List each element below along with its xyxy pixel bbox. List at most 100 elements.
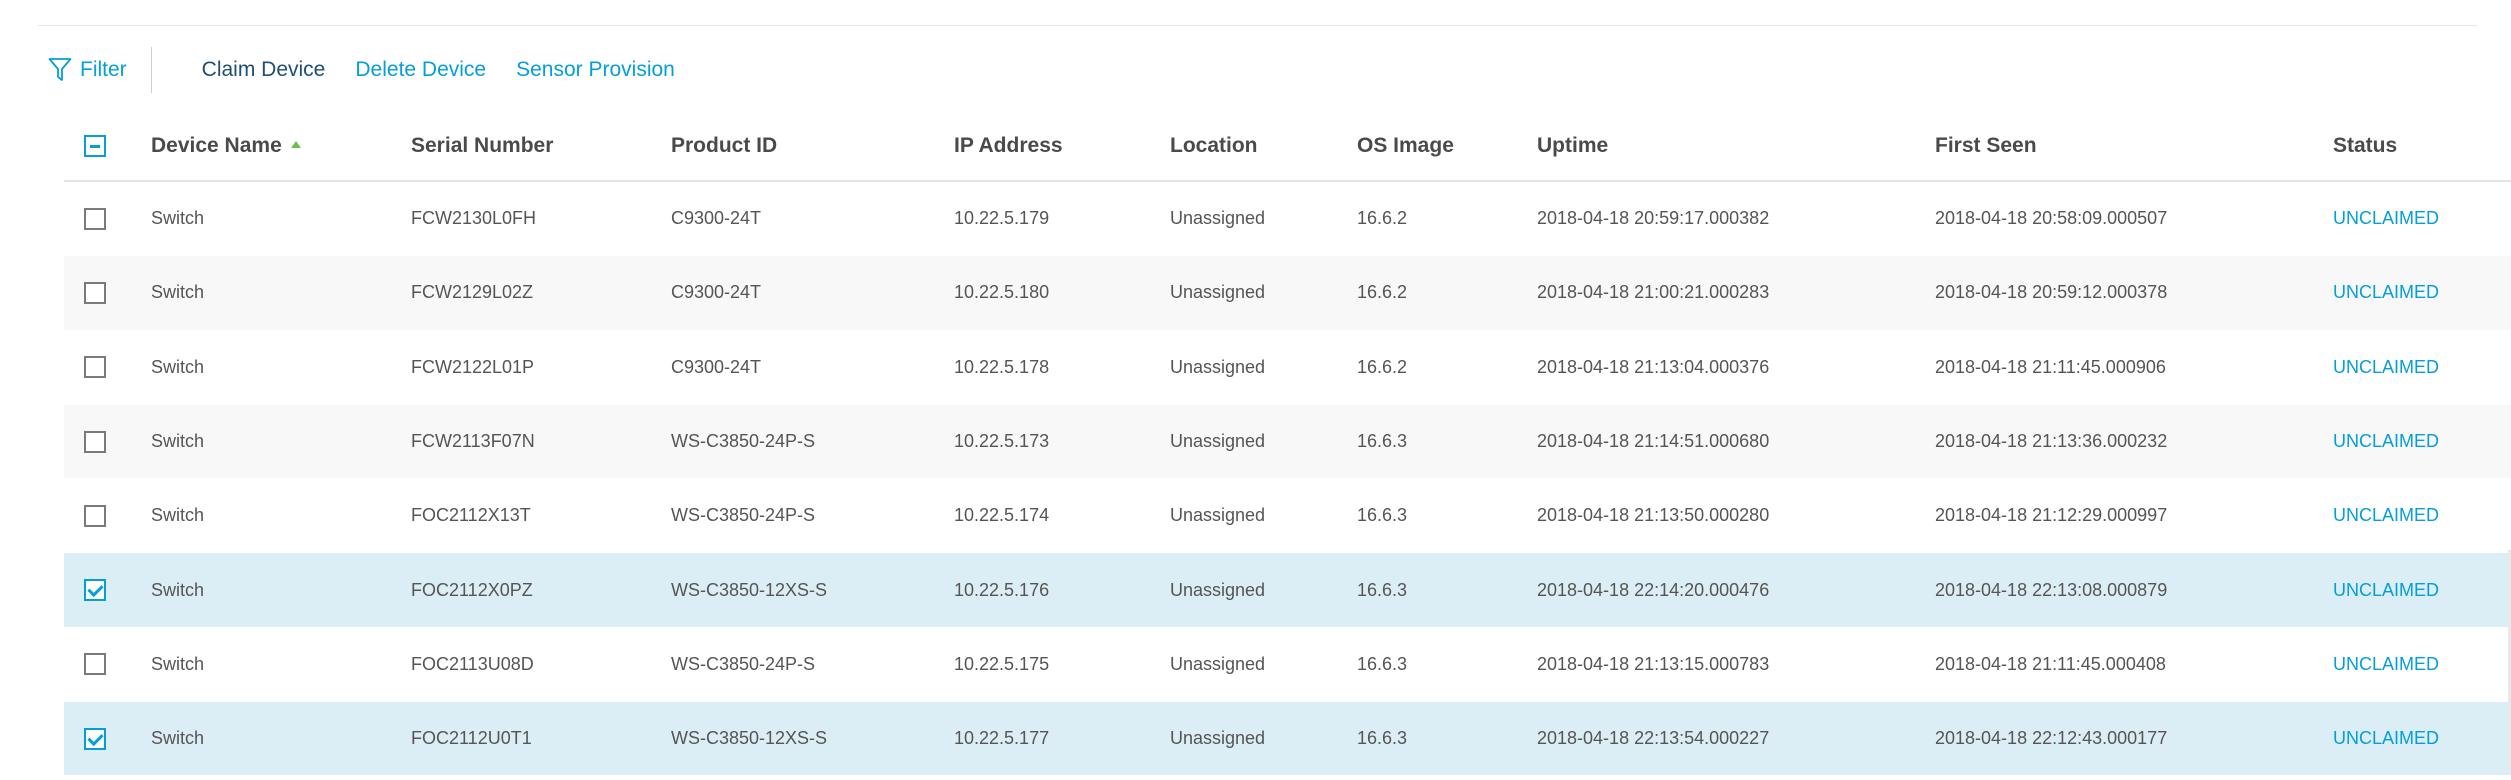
filter-button[interactable]: Filter: [48, 48, 127, 92]
status-link[interactable]: UNCLAIMED: [2333, 728, 2439, 748]
row-checkbox[interactable]: [84, 579, 106, 602]
row-checkbox[interactable]: [84, 207, 106, 230]
row-checkbox-cell: [64, 653, 151, 676]
table-row[interactable]: Switch FCW2113F07N WS-C3850-24P-S 10.22.5.1…: [64, 404, 2511, 480]
location-cell: Unassigned: [1170, 579, 1266, 600]
status-link[interactable]: UNCLAIMED: [2333, 282, 2439, 302]
location-cell: Unassigned: [1170, 505, 1266, 526]
status-cell: UNCLAIMED: [2333, 580, 2511, 601]
row-checkbox-cell: [64, 430, 151, 453]
row-checkbox[interactable]: [84, 281, 106, 304]
uptime-cell: 2018-04-18 21:14:51.000680: [1537, 431, 1770, 452]
os-image-cell: 16.6.3: [1357, 505, 1408, 526]
os-image-cell: 16.6.2: [1357, 208, 1408, 229]
sensor-provision-button[interactable]: Sensor Provision: [516, 58, 675, 82]
column-header-device-name[interactable]: Device Name: [151, 134, 411, 158]
device-name-cell: Switch: [151, 728, 205, 749]
filter-label: Filter: [80, 58, 127, 81]
first-seen-cell: 2018-04-18 21:11:45.000906: [1935, 356, 2166, 377]
select-all-checkbox[interactable]: [84, 135, 106, 157]
row-checkbox[interactable]: [84, 504, 106, 527]
status-cell: UNCLAIMED: [2333, 728, 2511, 749]
product-id-cell: WS-C3850-24P-S: [671, 653, 816, 674]
status-cell: UNCLAIMED: [2333, 505, 2511, 526]
device-name-cell: Switch: [151, 356, 205, 377]
os-image-cell: 16.6.3: [1357, 653, 1408, 674]
column-header-ip-address[interactable]: IP Address: [954, 134, 1170, 158]
os-image-cell: 16.6.2: [1357, 282, 1408, 303]
serial-number-cell: FOC2112X0PZ: [411, 579, 533, 600]
product-id-cell: C9300-24T: [671, 208, 762, 229]
row-checkbox[interactable]: [84, 727, 106, 750]
sort-ascending-icon: [290, 140, 301, 148]
ip-address-cell: 10.22.5.177: [954, 728, 1050, 749]
claim-device-button[interactable]: Claim Device: [202, 58, 326, 82]
device-name-cell: Switch: [151, 208, 205, 229]
ip-address-cell: 10.22.5.173: [954, 431, 1050, 452]
status-link[interactable]: UNCLAIMED: [2333, 208, 2439, 228]
table-row[interactable]: Switch FOC2112X13T WS-C3850-24P-S 10.22.5.1…: [64, 479, 2511, 554]
row-checkbox-cell: [64, 727, 151, 750]
device-name-cell: Switch: [151, 431, 205, 452]
status-link[interactable]: UNCLAIMED: [2333, 431, 2439, 451]
column-header-os-image[interactable]: OS Image: [1357, 134, 1537, 158]
status-cell: UNCLAIMED: [2333, 357, 2511, 378]
location-cell: Unassigned: [1170, 208, 1266, 229]
ip-address-cell: 10.22.5.179: [954, 208, 1050, 229]
location-cell: Unassigned: [1170, 728, 1266, 749]
first-seen-cell: 2018-04-18 20:59:12.000378: [1935, 282, 2168, 303]
column-header-serial-number[interactable]: Serial Number: [411, 134, 671, 158]
table-row[interactable]: Switch FOC2112X0PZ WS-C3850-12XS-S 10.22.5.…: [64, 553, 2511, 628]
filter-icon: [48, 57, 72, 83]
os-image-cell: 16.6.3: [1357, 431, 1408, 452]
status-link[interactable]: UNCLAIMED: [2333, 580, 2439, 600]
serial-number-cell: FCW2130L0FH: [411, 208, 537, 229]
table-header: Device Name Serial Number Product ID IP …: [64, 112, 2511, 182]
column-header-status[interactable]: Status: [2333, 134, 2511, 158]
status-link[interactable]: UNCLAIMED: [2333, 357, 2439, 377]
column-header-product-id[interactable]: Product ID: [671, 134, 954, 158]
device-toolbar: Filter Claim Device Delete Device Sensor…: [48, 47, 705, 93]
serial-number-cell: FOC2112U0T1: [411, 728, 532, 749]
uptime-cell: 2018-04-18 22:13:54.000227: [1537, 728, 1770, 749]
serial-number-cell: FCW2113F07N: [411, 431, 535, 452]
status-cell: UNCLAIMED: [2333, 431, 2511, 452]
select-all-cell: [64, 135, 151, 157]
table-row[interactable]: Switch FCW2122L01P C9300-24T 10.22.5.178 Una…: [64, 331, 2511, 405]
ip-address-cell: 10.22.5.174: [954, 505, 1050, 526]
first-seen-cell: 2018-04-18 20:58:09.000507: [1935, 208, 2168, 229]
serial-number-cell: FCW2129L02Z: [411, 282, 534, 303]
table-row[interactable]: Switch FCW2130L0FH C9300-24T 10.22.5.179 Una…: [64, 182, 2511, 257]
device-name-cell: Switch: [151, 579, 205, 600]
row-checkbox[interactable]: [84, 430, 106, 453]
row-checkbox-cell: [64, 504, 151, 527]
table-row[interactable]: Switch FOC2113U08D WS-C3850-24P-S 10.22.5.1…: [64, 628, 2511, 703]
column-header-label: Device Name: [151, 134, 282, 157]
first-seen-cell: 2018-04-18 22:13:08.000879: [1935, 579, 2168, 600]
product-id-cell: C9300-24T: [671, 282, 762, 303]
uptime-cell: 2018-04-18 21:00:21.000283: [1537, 282, 1770, 303]
status-cell: UNCLAIMED: [2333, 208, 2511, 229]
row-checkbox[interactable]: [84, 356, 106, 379]
serial-number-cell: FOC2112X13T: [411, 505, 531, 526]
table-row[interactable]: Switch FCW2129L02Z C9300-24T 10.22.5.180 Una…: [64, 256, 2511, 331]
status-link[interactable]: UNCLAIMED: [2333, 505, 2439, 525]
product-id-cell: WS-C3850-12XS-S: [671, 728, 828, 749]
table-body: Switch FCW2130L0FH C9300-24T 10.22.5.179 Una…: [64, 182, 2511, 777]
product-id-cell: WS-C3850-12XS-S: [671, 579, 828, 600]
location-cell: Unassigned: [1170, 431, 1266, 452]
first-seen-cell: 2018-04-18 22:12:43.000177: [1935, 728, 2168, 749]
uptime-cell: 2018-04-18 20:59:17.000382: [1537, 208, 1770, 229]
status-link[interactable]: UNCLAIMED: [2333, 654, 2439, 674]
column-header-first-seen[interactable]: First Seen: [1935, 134, 2333, 158]
column-header-uptime[interactable]: Uptime: [1537, 134, 1935, 158]
delete-device-button[interactable]: Delete Device: [355, 58, 486, 82]
table-row[interactable]: Switch FOC2112U0T1 WS-C3850-12XS-S 10.22.5.…: [64, 702, 2511, 777]
column-header-location[interactable]: Location: [1170, 134, 1357, 158]
uptime-cell: 2018-04-18 21:13:15.000783: [1537, 653, 1770, 674]
row-checkbox[interactable]: [84, 653, 106, 676]
status-cell: UNCLAIMED: [2333, 282, 2511, 303]
product-id-cell: WS-C3850-24P-S: [671, 505, 816, 526]
ip-address-cell: 10.22.5.176: [954, 579, 1050, 600]
os-image-cell: 16.6.3: [1357, 579, 1408, 600]
